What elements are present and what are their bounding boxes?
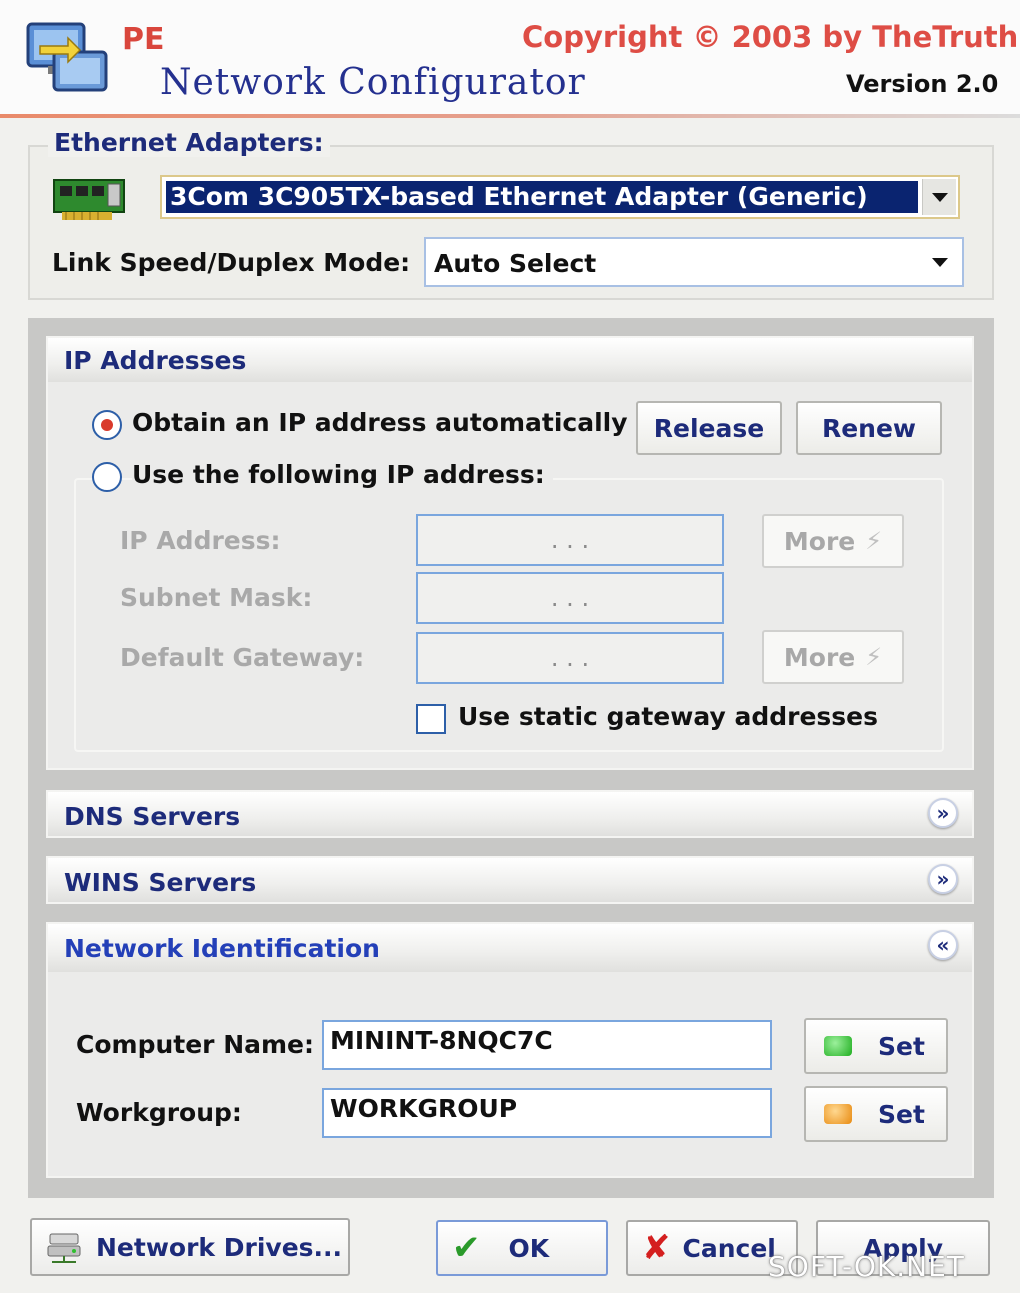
computer-name-label: Computer Name: xyxy=(76,1030,315,1059)
radio-selected-dot xyxy=(101,419,113,431)
ok-label: OK xyxy=(508,1233,550,1263)
adapter-select[interactable]: 3Com 3C905TX-based Ethernet Adapter (Gen… xyxy=(160,175,960,219)
green-status-icon xyxy=(824,1036,852,1056)
auto-ip-radio[interactable] xyxy=(92,410,122,440)
workgroup-label: Workgroup: xyxy=(76,1098,242,1127)
network-card-icon xyxy=(52,176,132,224)
app-logo-icon xyxy=(20,14,110,104)
expand-icon[interactable]: » xyxy=(928,864,958,894)
set-workgroup-button[interactable]: Set xyxy=(804,1086,948,1142)
ip-more-button[interactable]: More ⚡ xyxy=(762,514,904,568)
ip-address-input[interactable]: . . . xyxy=(416,514,724,566)
app-title: Network Configurator xyxy=(160,62,586,103)
set-computer-name-button[interactable]: Set xyxy=(804,1018,948,1074)
subnet-mask-input[interactable]: . . . xyxy=(416,572,724,624)
renew-button[interactable]: Renew xyxy=(796,401,942,455)
manual-ip-radio[interactable] xyxy=(92,462,122,492)
chevron-down-icon xyxy=(931,192,948,202)
network-identification-title: Network Identification xyxy=(64,934,380,963)
ip-more-label: More xyxy=(783,526,856,556)
collapse-icon[interactable]: « xyxy=(928,930,958,960)
set-computer-name-label: Set xyxy=(878,1031,925,1061)
auto-ip-label[interactable]: Obtain an IP address automatically xyxy=(132,408,628,437)
dns-servers-header[interactable]: DNS Servers » xyxy=(46,790,974,838)
watermark: SOFT-OK.NET xyxy=(768,1250,965,1283)
workgroup-input[interactable]: WORKGROUP xyxy=(322,1088,772,1138)
link-speed-label: Link Speed/Duplex Mode: xyxy=(52,248,411,277)
wins-servers-header[interactable]: WINS Servers » xyxy=(46,856,974,904)
lightning-icon: ⚡ xyxy=(865,527,883,555)
release-button[interactable]: Release xyxy=(636,401,782,455)
chevron-down-icon[interactable] xyxy=(932,258,948,267)
network-identification-header[interactable]: Network Identification « xyxy=(48,924,972,972)
default-gateway-label: Default Gateway: xyxy=(120,643,365,672)
app-prefix: PE xyxy=(122,22,165,57)
static-gateway-label[interactable]: Use static gateway addresses xyxy=(458,702,878,731)
ip-addresses-title: IP Addresses xyxy=(64,346,247,375)
manual-ip-label[interactable]: Use the following IP address: xyxy=(132,460,553,489)
network-drives-button[interactable]: Network Drives... xyxy=(30,1218,350,1276)
gateway-more-label: More xyxy=(783,642,856,672)
ip-addresses-header[interactable]: IP Addresses xyxy=(48,338,972,382)
set-workgroup-label: Set xyxy=(878,1099,925,1129)
network-drive-icon xyxy=(44,1230,84,1264)
subnet-mask-label: Subnet Mask: xyxy=(120,583,313,612)
static-gateway-checkbox[interactable] xyxy=(416,704,446,734)
close-icon: ✘ xyxy=(642,1228,671,1268)
header-divider xyxy=(0,114,1020,118)
computer-name-input[interactable]: MININT-8NQC7C xyxy=(322,1020,772,1070)
ip-address-label: IP Address: xyxy=(120,526,281,555)
cancel-label: Cancel xyxy=(682,1233,776,1263)
adapter-dropdown-button[interactable] xyxy=(922,179,956,215)
lightning-icon: ⚡ xyxy=(865,643,883,671)
ok-button[interactable]: ✔ OK xyxy=(436,1220,608,1276)
orange-status-icon xyxy=(824,1104,852,1124)
gateway-more-button[interactable]: More ⚡ xyxy=(762,630,904,684)
ethernet-adapters-title: Ethernet Adapters: xyxy=(48,128,330,157)
network-drives-label: Network Drives... xyxy=(96,1232,343,1262)
expand-icon[interactable]: » xyxy=(928,798,958,828)
dns-servers-title: DNS Servers xyxy=(64,802,241,831)
link-speed-value: Auto Select xyxy=(434,249,597,278)
checkmark-icon: ✔ xyxy=(452,1228,481,1268)
link-speed-select[interactable]: Auto Select xyxy=(424,237,964,287)
adapter-select-value: 3Com 3C905TX-based Ethernet Adapter (Gen… xyxy=(166,181,918,213)
copyright-text: Copyright © 2003 by TheTruth xyxy=(522,20,1019,54)
version-text: Version 2.0 xyxy=(846,70,999,98)
default-gateway-input[interactable]: . . . xyxy=(416,632,724,684)
wins-servers-title: WINS Servers xyxy=(64,868,257,897)
